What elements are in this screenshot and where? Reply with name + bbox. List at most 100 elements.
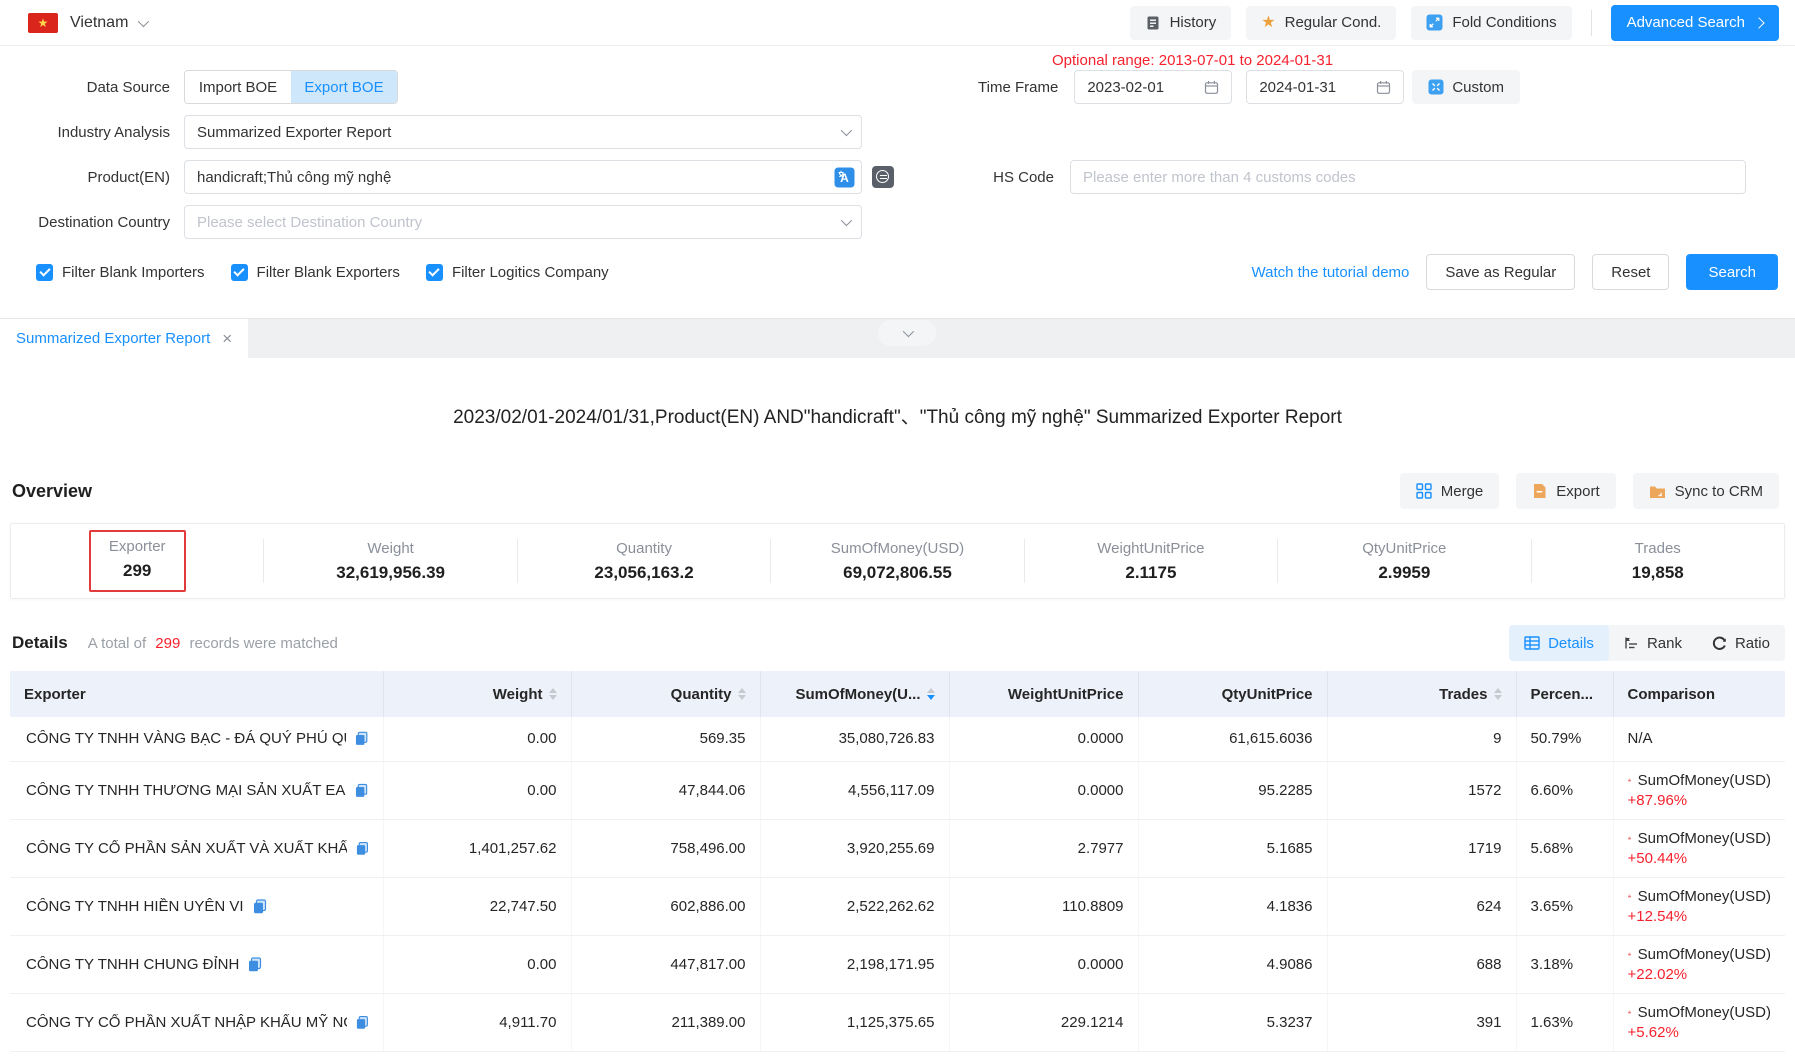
destination-country-select[interactable]: Please select Destination Country	[184, 205, 862, 239]
qup-cell: 4.1836	[1138, 877, 1327, 935]
qup-cell: 5.3237	[1138, 993, 1327, 1051]
company-copy-icon[interactable]	[248, 957, 262, 972]
filter-blank-importers-checkbox[interactable]: Filter Blank Importers	[36, 264, 205, 281]
comparison-metric: SumOfMoney(USD)	[1638, 1004, 1771, 1021]
filter-blank-exporters-label: Filter Blank Exporters	[257, 264, 400, 281]
view-details-button[interactable]: Details	[1509, 625, 1609, 661]
exporter-name[interactable]: CÔNG TY TNHH VÀNG BẠC - ĐÁ QUÝ PHÚ QUÝ	[26, 730, 346, 747]
stat-label: Weight	[367, 540, 413, 557]
exporter-name[interactable]: CÔNG TY CỔ PHẦN SẢN XUẤT VÀ XUẤT KHẨU ..…	[26, 840, 347, 857]
weight-cell: 0.00	[383, 717, 571, 761]
export-button[interactable]: Export	[1516, 473, 1615, 509]
company-copy-icon[interactable]	[356, 841, 369, 856]
view-rank-button[interactable]: Rank	[1609, 625, 1697, 661]
weight-cell: 1,401,257.62	[383, 819, 571, 877]
exact-match-icon[interactable]	[872, 166, 894, 188]
trades-cell: 688	[1327, 935, 1516, 993]
col-exporter: Exporter	[10, 671, 383, 717]
chevron-down-icon[interactable]	[138, 15, 149, 26]
tab-summarized-exporter-report[interactable]: Summarized Exporter Report	[0, 319, 248, 358]
export-label: Export	[1556, 483, 1599, 500]
company-copy-icon[interactable]	[253, 899, 267, 914]
date-from-value: 2023-02-01	[1087, 79, 1164, 96]
table-row: CÔNG TY CỔ PHẦN SẢN XUẤT VÀ XUẤT KHẨU ..…	[10, 819, 1785, 877]
optional-range-hint: Optional range: 2013-07-01 to 2024-01-31	[1052, 52, 1333, 69]
sync-to-crm-label: Sync to CRM	[1675, 483, 1763, 500]
company-copy-icon[interactable]	[356, 1015, 369, 1030]
country-selector-label[interactable]: Vietnam	[70, 14, 128, 32]
comparison-change: +50.44%	[1628, 850, 1772, 867]
table-row: CÔNG TY TNHH THƯƠNG MẠI SẢN XUẤT EAG... …	[10, 761, 1785, 819]
exporter-name[interactable]: CÔNG TY CỔ PHẦN XUẤT NHẬP KHẨU MỸ NGH...	[26, 1014, 347, 1031]
save-as-regular-button[interactable]: Save as Regular	[1426, 254, 1575, 290]
qup-cell: 5.1685	[1138, 819, 1327, 877]
overview-stats-bar: Exporter 299 Weight 32,619,956.39 Quanti…	[10, 523, 1785, 599]
tab-label: Summarized Exporter Report	[16, 330, 210, 347]
details-title: Details	[12, 633, 68, 653]
calendar-icon	[1204, 80, 1219, 95]
stat-label: QtyUnitPrice	[1362, 540, 1446, 557]
quantity-cell: 758,496.00	[571, 819, 760, 877]
exporter-name[interactable]: CÔNG TY TNHH THƯƠNG MẠI SẢN XUẤT EAG...	[26, 782, 346, 799]
col-quantity[interactable]: Quantity	[571, 671, 760, 717]
comparison-cell: SumOfMoney(USD)+22.02%	[1613, 935, 1785, 993]
destination-country-label: Destination Country	[0, 214, 170, 231]
trades-cell: 1719	[1327, 819, 1516, 877]
advanced-search-button[interactable]: Advanced Search	[1611, 5, 1779, 41]
exporter-name[interactable]: CÔNG TY TNHH CHUNG ĐỈNH	[26, 956, 239, 973]
stat-value: 23,056,163.2	[594, 563, 693, 583]
hs-code-input[interactable]	[1070, 160, 1746, 194]
company-copy-icon[interactable]	[355, 731, 368, 746]
topbar-actions: History Regular Cond. Fold Conditions Ad…	[1130, 5, 1779, 41]
translate-icon[interactable]: A	[834, 167, 855, 188]
sort-icon-active-desc[interactable]	[927, 688, 935, 700]
stat-value: 69,072,806.55	[843, 563, 952, 583]
chevron-right-icon	[1753, 17, 1764, 28]
filter-logistics-company-checkbox[interactable]: Filter Logitics Company	[426, 264, 609, 281]
matched-count: 299	[155, 635, 180, 652]
import-boe-option[interactable]: Import BOE	[185, 71, 291, 103]
merge-button[interactable]: Merge	[1400, 473, 1500, 509]
fold-conditions-button[interactable]: Fold Conditions	[1411, 6, 1571, 40]
product-input[interactable]	[184, 160, 862, 194]
export-boe-option[interactable]: Export BOE	[291, 71, 397, 103]
stat-label: Exporter	[109, 538, 166, 555]
view-ratio-button[interactable]: Ratio	[1697, 625, 1785, 661]
search-form: Optional range: 2013-07-01 to 2024-01-31…	[0, 46, 1795, 318]
filter-blank-importers-label: Filter Blank Importers	[62, 264, 205, 281]
col-weight[interactable]: Weight	[383, 671, 571, 717]
close-icon[interactable]	[222, 330, 232, 347]
exporter-name[interactable]: CÔNG TY TNHH HIỀN UYÊN VI	[26, 898, 244, 915]
filter-blank-exporters-checkbox[interactable]: Filter Blank Exporters	[231, 264, 400, 281]
col-trades[interactable]: Trades	[1327, 671, 1516, 717]
advanced-search-label: Advanced Search	[1627, 14, 1745, 31]
sort-icon[interactable]	[1494, 688, 1502, 700]
date-to-input[interactable]: 2024-01-31	[1246, 70, 1404, 104]
stat-weight-unit-price: WeightUnitPrice 2.1175	[1025, 540, 1277, 583]
reset-button[interactable]: Reset	[1592, 254, 1669, 290]
sync-to-crm-button[interactable]: Sync to CRM	[1633, 473, 1779, 509]
hs-code-group: HS Code	[993, 160, 1746, 194]
view-details-label: Details	[1548, 635, 1594, 652]
comparison-metric: SumOfMoney(USD)	[1638, 946, 1771, 963]
custom-range-button[interactable]: Custom	[1412, 70, 1520, 104]
export-icon	[1532, 483, 1547, 499]
overview-actions: Merge Export Sync to CRM	[1400, 473, 1779, 509]
expand-conditions-button[interactable]	[878, 320, 936, 346]
comparison-cell: SumOfMoney(USD)+12.54%	[1613, 877, 1785, 935]
col-percent: Percen...	[1516, 671, 1613, 717]
col-sum-of-money[interactable]: SumOfMoney(U...	[760, 671, 949, 717]
tutorial-demo-link[interactable]: Watch the tutorial demo	[1252, 264, 1410, 281]
custom-label: Custom	[1452, 79, 1504, 96]
date-from-input[interactable]: 2023-02-01	[1074, 70, 1232, 104]
regular-cond-button[interactable]: Regular Cond.	[1246, 6, 1396, 40]
sort-icon[interactable]	[738, 688, 746, 700]
form-actions: Watch the tutorial demo Save as Regular …	[1252, 254, 1778, 290]
stat-weight: Weight 32,619,956.39	[264, 540, 516, 583]
company-copy-icon[interactable]	[355, 783, 368, 798]
history-button[interactable]: History	[1130, 6, 1232, 40]
search-button[interactable]: Search	[1686, 254, 1778, 290]
sort-icon[interactable]	[549, 688, 557, 700]
industry-analysis-select[interactable]: Summarized Exporter Report	[184, 115, 862, 149]
history-icon	[1145, 15, 1161, 31]
